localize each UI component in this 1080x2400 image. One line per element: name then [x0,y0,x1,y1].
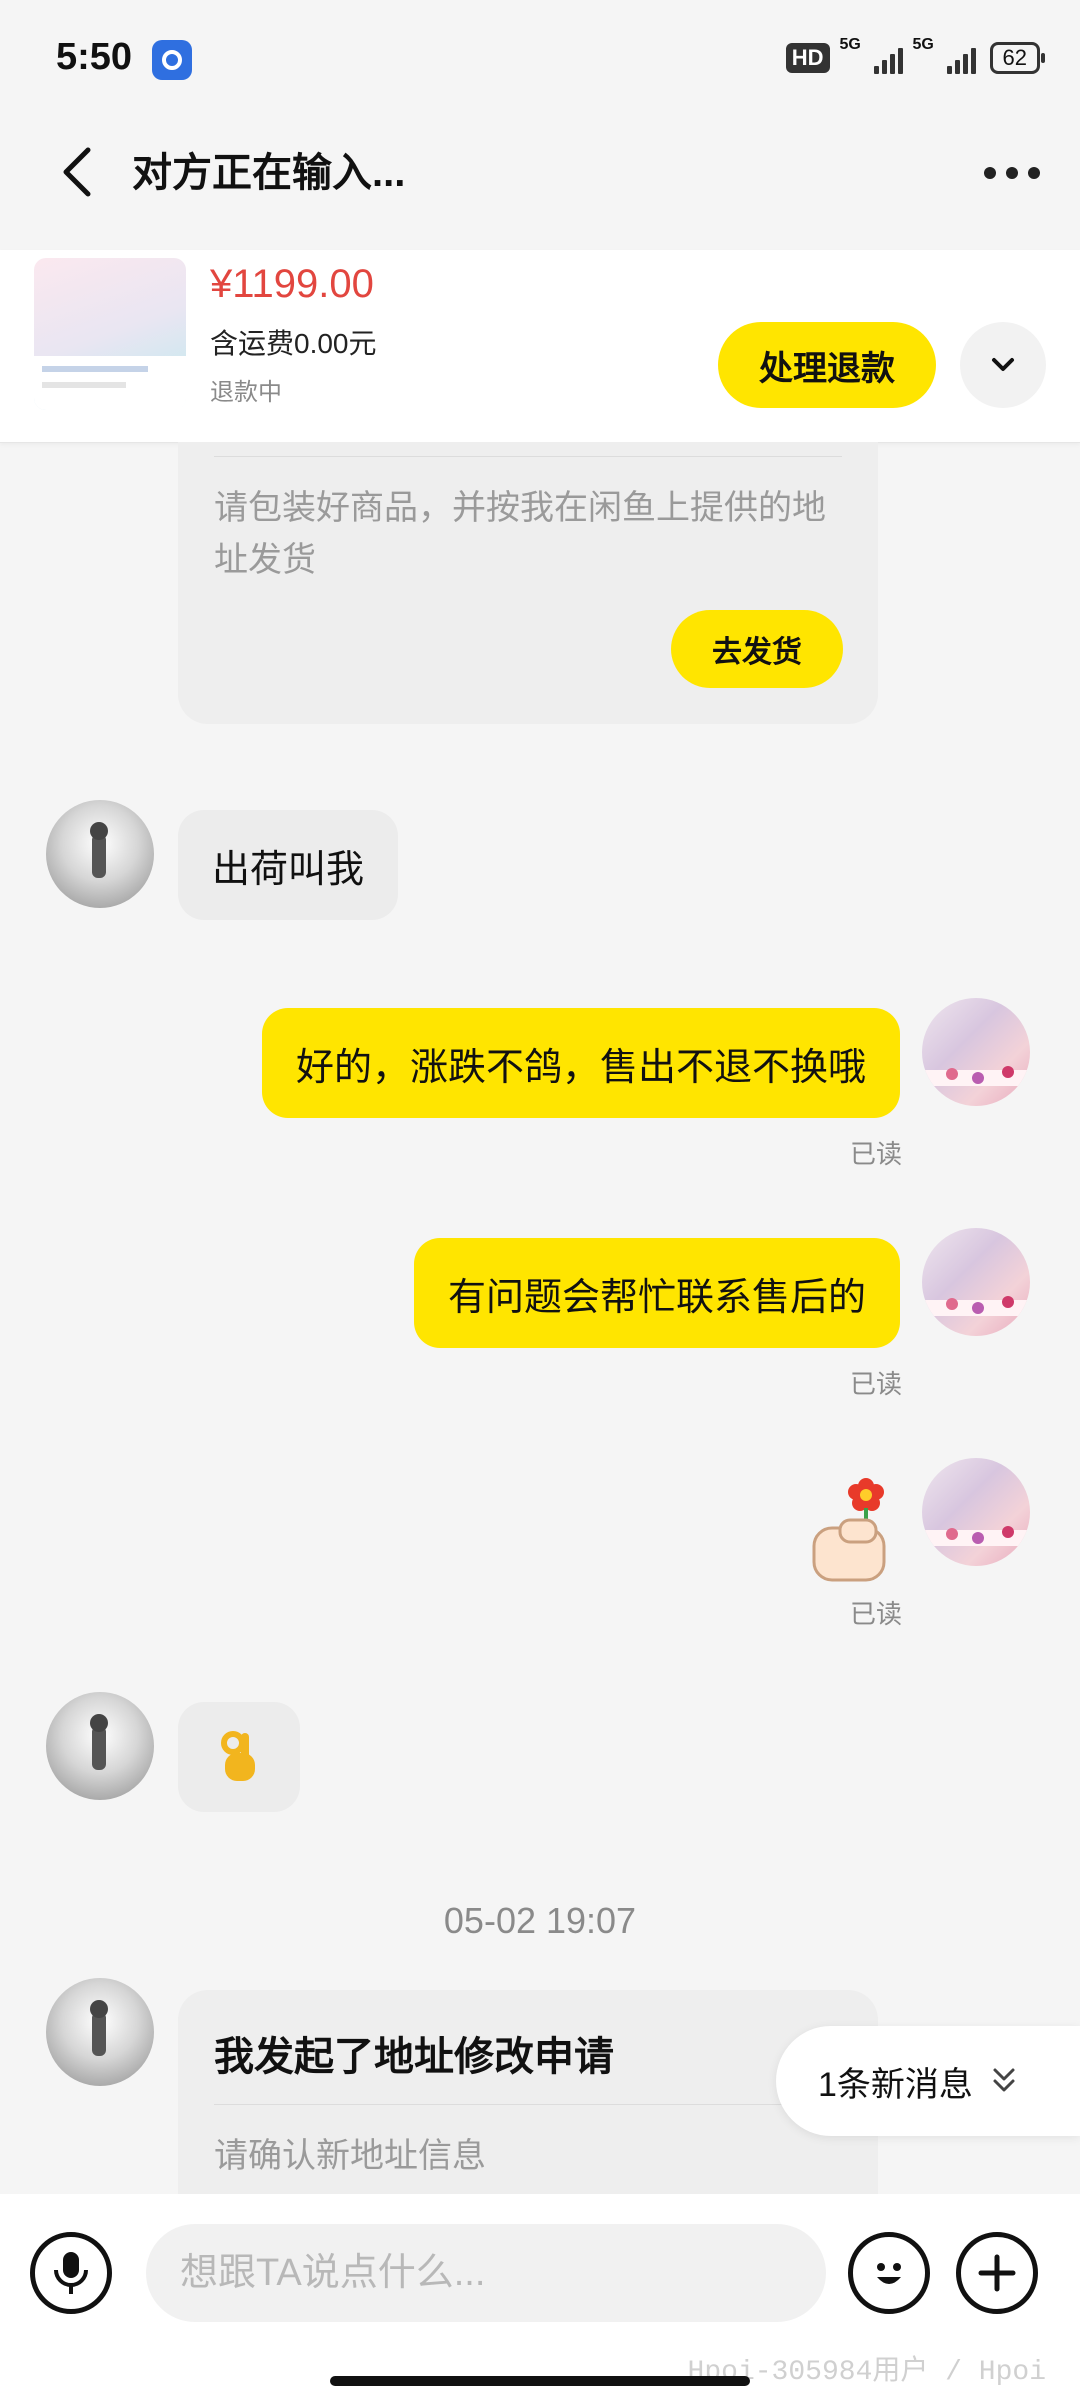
new-messages-pill[interactable]: 1条新消息 [776,2026,1080,2136]
chevron-down-icon [992,358,1014,371]
signal-icon-1: 5G [840,36,903,74]
avatar[interactable] [46,1692,154,1800]
more-dot-icon [984,167,996,179]
message-bubble-received [178,1702,300,1812]
shipping-instruction-card: 请包装好商品，并按我在闲鱼上提供的地址发货 去发货 [178,442,878,724]
avatar[interactable] [922,1458,1030,1566]
expand-button[interactable] [960,322,1046,408]
product-thumbnail[interactable] [34,258,186,410]
page-title: 对方正在输入... [132,151,406,195]
notification-app-icon [152,40,192,80]
divider [214,2104,842,2105]
new-messages-label: 1条新消息 [818,2065,973,2104]
message-bubble-sent: 好的，涨跌不鸽，售出不退不换哦 [261,1008,900,1118]
hd-icon: HD [785,43,830,73]
emoji-button[interactable] [848,2232,930,2314]
status-indicators: HD 5G 5G 62 [785,36,1046,74]
product-price: ¥1199.00 [210,262,374,306]
chat-timestamp: 05-02 19:07 [443,1900,637,1941]
card-text: 请包装好商品，并按我在闲鱼上提供的地址发货 [214,489,826,579]
product-bar: ¥1199.00 含运费0.00元 退款中 处理退款 [0,250,1080,443]
message-input[interactable] [146,2224,826,2322]
shipping-fee: 含运费0.00元 [210,328,377,359]
battery-icon: 62 [989,42,1046,74]
double-chevron-down-icon [993,2068,1015,2092]
divider [214,456,842,457]
microphone-icon [54,2252,88,2294]
chat-header: 对方正在输入... [0,120,1080,250]
flower-hand-icon [812,1478,886,1582]
smiley-icon [877,2263,901,2284]
signal-icon-2: 5G [913,36,976,74]
avatar[interactable] [46,1978,154,2086]
read-receipt: 已读 [849,1139,902,1169]
home-indicator[interactable] [330,2376,750,2386]
ok-hand-emoji-icon [221,1731,255,1781]
chevron-left-icon [63,147,91,197]
more-options-button[interactable] [984,148,1040,198]
card-subtitle: 请确认新地址信息 [214,2137,486,2175]
status-bar: 5:50 HD 5G 5G 62 [0,0,1080,120]
read-receipt: 已读 [849,1369,902,1399]
avatar[interactable] [922,1228,1030,1336]
avatar[interactable] [46,800,154,908]
message-bubble-sent: 有问题会帮忙联系售后的 [413,1238,900,1348]
voice-button[interactable] [30,2232,112,2314]
address-change-card[interactable]: 我发起了地址修改申请 请确认新地址信息 [178,1990,878,2200]
order-status: 退款中 [210,379,282,406]
read-receipt: 已读 [849,1599,902,1629]
handle-refund-button[interactable]: 处理退款 [718,322,936,408]
plus-icon [978,2254,1016,2292]
add-button[interactable] [956,2232,1038,2314]
back-button[interactable] [50,142,110,202]
card-title: 我发起了地址修改申请 [214,2035,614,2079]
avatar[interactable] [922,998,1030,1106]
message-bubble-received: 出荷叫我 [178,810,399,920]
flower-hand-sticker[interactable] [800,1470,900,1586]
go-ship-button[interactable]: 去发货 [671,610,843,688]
status-time: 5:50 [56,36,133,78]
